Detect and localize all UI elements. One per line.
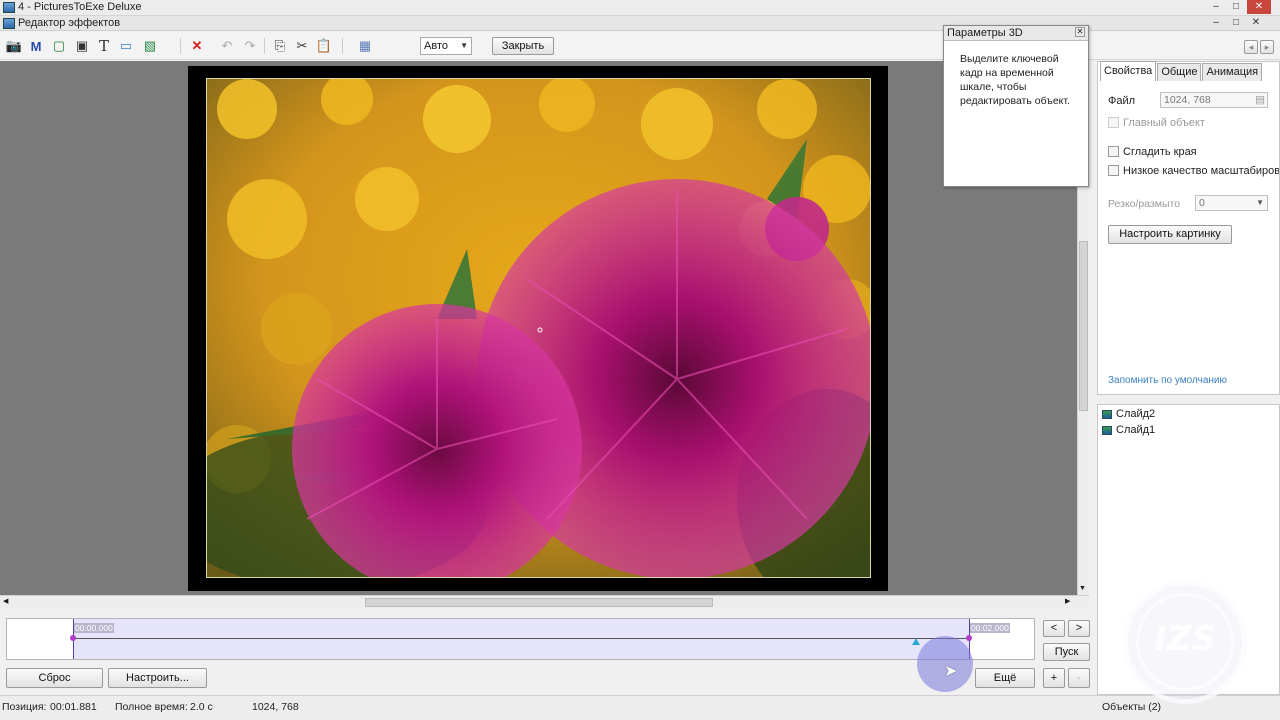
zoom-select[interactable]: Авто ▼ xyxy=(420,37,472,55)
slide-image[interactable] xyxy=(206,78,871,578)
tab-animation[interactable]: Анимация xyxy=(1202,63,1263,81)
app-icon xyxy=(3,2,15,13)
slide-icon xyxy=(1102,425,1112,435)
editor-title: Редактор эффектов xyxy=(18,17,121,29)
vertical-scroll-thumb[interactable] xyxy=(1079,241,1088,411)
copy-icon[interactable]: ⎘ xyxy=(272,38,288,54)
main-object-checkbox[interactable] xyxy=(1108,117,1119,128)
keyframe-end-dot[interactable] xyxy=(966,635,972,641)
sharpness-label: Резко/размыто xyxy=(1108,198,1181,210)
scroll-right-icon[interactable]: ▶ xyxy=(1065,597,1070,605)
scroll-down-icon[interactable]: ▼ xyxy=(1079,585,1086,592)
grid-icon[interactable]: ▦ xyxy=(357,38,373,54)
slide-icon xyxy=(1102,409,1112,419)
position-value: 00:01.881 xyxy=(50,701,97,713)
frame-icon[interactable]: ▢ xyxy=(51,38,67,54)
nav-next-button[interactable]: ▸ xyxy=(1260,40,1274,54)
timeline-start-time: 00:00.000 xyxy=(74,623,114,633)
object-label: Слайд2 xyxy=(1116,408,1156,420)
undo-icon[interactable]: ↶ xyxy=(219,38,235,54)
image-icon[interactable]: ▧ xyxy=(142,38,158,54)
editor-minimize-button[interactable]: ‒ xyxy=(1207,16,1225,30)
paste-icon[interactable]: 📋 xyxy=(316,38,332,54)
zoom-value: Авто xyxy=(424,40,448,52)
next-keyframe-button[interactable]: > xyxy=(1068,620,1090,637)
add-keyframe-button[interactable]: + xyxy=(1043,668,1065,688)
maximize-button[interactable]: □ xyxy=(1227,0,1245,14)
window-title: 4 - PicturesToExe Deluxe xyxy=(18,1,142,13)
params-3d-panel: Параметры 3D ✕ Выделите ключевой кадр на… xyxy=(943,25,1089,187)
browse-icon[interactable]: ▤ xyxy=(1255,93,1265,107)
params-3d-title: Параметры 3D xyxy=(944,26,1088,41)
low-quality-label: Низкое качество масштабирова xyxy=(1123,165,1279,177)
scroll-left-icon[interactable]: ◀ xyxy=(3,597,8,605)
camera-icon[interactable]: 📷 xyxy=(6,38,22,54)
remember-default-link[interactable]: Запомнить по умолчанию xyxy=(1108,375,1227,386)
smooth-edges-checkbox[interactable] xyxy=(1108,146,1119,157)
total-time-label: Полное время: xyxy=(115,701,188,713)
keyframe-start-dot[interactable] xyxy=(70,635,76,641)
cut-icon[interactable]: ✂ xyxy=(294,38,310,54)
redo-icon[interactable]: ↷ xyxy=(242,38,258,54)
properties-panel: Свойства Общие Анимация Файл 1024, 768 ▤… xyxy=(1097,61,1280,395)
file-field[interactable]: 1024, 768 ▤ xyxy=(1160,92,1268,108)
play-button[interactable]: Пуск xyxy=(1043,643,1090,661)
configure-button[interactable]: Настроить... xyxy=(108,668,207,688)
editor-close-button[interactable]: ✕ xyxy=(1247,16,1265,30)
reset-button[interactable]: Сброс xyxy=(6,668,103,688)
tab-general[interactable]: Общие xyxy=(1157,63,1202,81)
timeline-band[interactable] xyxy=(73,619,970,659)
horizontal-scroll-thumb[interactable] xyxy=(365,598,713,607)
objects-count: Объекты (2) xyxy=(1102,701,1162,713)
prev-keyframe-button[interactable]: < xyxy=(1043,620,1065,637)
horizontal-scrollbar[interactable]: ◀ ▶ xyxy=(0,595,1089,609)
size-value: 1024, 768 xyxy=(252,701,299,713)
delete-icon[interactable]: ✕ xyxy=(189,38,205,54)
editor-maximize-button[interactable]: □ xyxy=(1227,16,1245,30)
text-icon[interactable]: T xyxy=(96,37,112,55)
tab-properties[interactable]: Свойства xyxy=(1100,61,1157,81)
izs-logo: IZS xyxy=(1123,580,1247,704)
adjust-image-button[interactable]: Настроить картинку xyxy=(1108,225,1232,244)
timeline-track xyxy=(73,638,970,639)
mask-icon[interactable]: M xyxy=(28,38,44,54)
rectangle-icon[interactable]: ▭ xyxy=(118,38,134,54)
izs-logo-text: IZS xyxy=(1154,619,1216,659)
flower-photo xyxy=(207,79,870,577)
close-editor-button[interactable]: Закрыть xyxy=(492,37,554,55)
cursor-icon: ➤ xyxy=(944,663,958,680)
video-icon[interactable]: ▣ xyxy=(74,38,90,54)
toolbar-separator xyxy=(342,38,343,54)
params-3d-message: Выделите ключевой кадр на временной шкал… xyxy=(960,53,1070,107)
playhead-icon[interactable] xyxy=(912,638,920,645)
object-label: Слайд1 xyxy=(1116,424,1156,436)
close-icon[interactable]: ✕ xyxy=(1075,27,1085,37)
chevron-down-icon: ▼ xyxy=(460,41,468,50)
file-value: 1024, 768 xyxy=(1164,94,1211,106)
toolbar-separator xyxy=(264,38,265,54)
sharpness-select[interactable]: 0 ▼ xyxy=(1195,195,1268,211)
window-titlebar: 4 - PicturesToExe Deluxe ‒ □ ✕ xyxy=(0,0,1280,16)
minimize-button[interactable]: ‒ xyxy=(1207,0,1225,14)
close-window-button[interactable]: ✕ xyxy=(1247,0,1271,14)
nav-prev-button[interactable]: ◂ xyxy=(1244,40,1258,54)
status-bar: Позиция: 00:01.881 Полное время: 2.0 с 1… xyxy=(0,695,1280,720)
toolbar-separator xyxy=(180,38,181,54)
sharpness-value: 0 xyxy=(1199,197,1205,209)
editor-icon xyxy=(3,18,15,29)
total-time-value: 2.0 с xyxy=(190,701,213,713)
timeline[interactable]: 00:00.000 00:02.000 xyxy=(6,618,1035,660)
more-button[interactable]: Ещё xyxy=(975,668,1035,688)
chevron-down-icon: ▼ xyxy=(1256,198,1264,207)
timeline-end-time: 00:02.000 xyxy=(970,623,1010,633)
list-item[interactable]: Слайд1 xyxy=(1102,423,1155,437)
main-object-label: Главный объект xyxy=(1123,117,1205,129)
position-label: Позиция: xyxy=(2,701,47,713)
smooth-edges-label: Сгладить края xyxy=(1123,146,1197,158)
remove-keyframe-button[interactable]: - xyxy=(1068,668,1090,688)
file-label: Файл xyxy=(1108,95,1136,107)
low-quality-checkbox[interactable] xyxy=(1108,165,1119,176)
list-item[interactable]: Слайд2 xyxy=(1102,407,1155,421)
